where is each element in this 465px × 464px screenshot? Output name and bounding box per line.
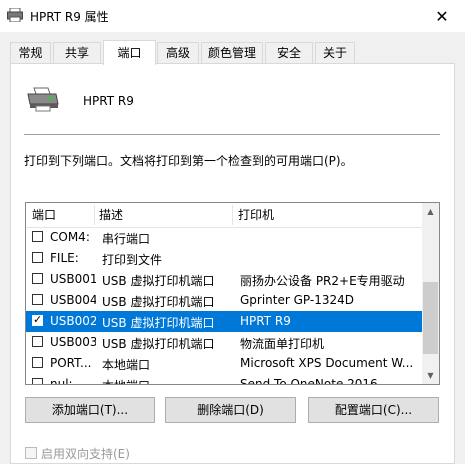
port-checkbox[interactable] [32, 378, 43, 384]
table-row[interactable]: PORT... 本地端口 Microsoft XPS Document W... [26, 353, 423, 374]
description-cell: 本地端口 [102, 358, 151, 372]
port-checkbox[interactable] [32, 252, 43, 263]
separator [24, 134, 440, 135]
table-row[interactable]: USB003 USB 虚拟打印机端口 物流面单打印机 [26, 332, 423, 353]
port-checkbox[interactable] [32, 357, 43, 368]
tab-ports[interactable]: 端口 [103, 40, 156, 65]
tab-color-management[interactable]: 颜色管理 [201, 42, 263, 63]
printer-cell: Microsoft XPS Document W... [240, 356, 414, 370]
tab-general[interactable]: 常规 [10, 42, 51, 63]
close-button[interactable]: ✕ [419, 0, 465, 32]
scroll-thumb[interactable] [423, 282, 438, 354]
ports-description: 打印到下列端口。文档将打印到第一个检查到的可用端口(P)。 [24, 154, 353, 168]
scroll-down-icon[interactable]: ▼ [422, 367, 439, 384]
vertical-scrollbar[interactable]: ▲ ▼ [422, 203, 439, 384]
column-header-description[interactable]: 描述 [99, 203, 123, 227]
table-row[interactable]: USB001 USB 虚拟打印机端口 丽扬办公设备 PR2+E专用驱动 [26, 269, 423, 290]
description-cell: USB 虚拟打印机端口 [102, 337, 215, 351]
port-cell: USB002 [50, 314, 96, 328]
description-cell: 打印到文件 [102, 253, 163, 267]
table-row[interactable]: FILE: 打印到文件 [26, 248, 423, 269]
table-row[interactable]: COM4: 串行端口 [26, 227, 423, 248]
port-checkbox[interactable] [32, 336, 43, 347]
title-bar: HPRT R9 属性 ✕ [0, 0, 465, 32]
add-port-button[interactable]: 添加端口(T)... [25, 397, 155, 423]
scroll-up-icon[interactable]: ▲ [422, 203, 439, 220]
port-checkbox[interactable] [32, 273, 43, 284]
check-icon: ✓ [33, 313, 43, 326]
port-cell: COM4: [50, 230, 90, 244]
column-header-port[interactable]: 端口 [32, 203, 56, 227]
configure-port-button[interactable]: 配置端口(C)... [308, 397, 439, 423]
port-checkbox[interactable] [32, 231, 43, 242]
table-row[interactable]: ✓ USB002 USB 虚拟打印机端口 HPRT R9 [26, 311, 423, 332]
close-icon: ✕ [435, 6, 449, 26]
printer-icon [7, 8, 23, 22]
description-cell: USB 虚拟打印机端口 [102, 316, 215, 330]
port-cell: FILE: [50, 251, 79, 265]
printer-name: HPRT R9 [83, 94, 134, 108]
ports-list[interactable]: 端口 描述 打印机 COM4: 串行端口 FILE: 打印到文件 USB001 USB 虚… [25, 202, 440, 385]
printer-cell: 物流面单打印机 [240, 337, 325, 351]
tab-security[interactable]: 安全 [265, 42, 313, 63]
bidirectional-label: 启用双向支持(E) [41, 447, 130, 461]
description-cell: USB 虚拟打印机端口 [102, 274, 215, 288]
column-header-printer[interactable]: 打印机 [238, 203, 274, 227]
port-checkbox[interactable]: ✓ [32, 313, 43, 326]
tab-about[interactable]: 关于 [315, 42, 355, 63]
delete-port-button[interactable]: 删除端口(D) [165, 397, 296, 423]
port-cell: PORT... [50, 356, 92, 370]
printer-cell: Send To OneNote 2016 [240, 377, 378, 385]
column-divider [232, 205, 233, 225]
tab-sharing[interactable]: 共享 [53, 42, 101, 63]
printer-cell: Gprinter GP-1324D [240, 293, 355, 307]
description-cell: 本地端口 [102, 377, 150, 384]
port-cell: USB003 [50, 335, 96, 349]
table-row[interactable]: USB004 USB 虚拟打印机端口 Gprinter GP-1324D [26, 290, 423, 311]
printer-cell: HPRT R9 [240, 314, 291, 328]
list-header: 端口 描述 打印机 [26, 203, 423, 228]
description-cell: 串行端口 [102, 232, 151, 246]
table-row[interactable]: nul: 本地端口 Send To OneNote 2016 [26, 374, 423, 385]
printer-cell: 丽扬办公设备 PR2+E专用驱动 [240, 274, 405, 288]
port-checkbox[interactable] [32, 294, 43, 305]
port-cell: USB004 [50, 293, 96, 307]
window-title: HPRT R9 属性 [30, 10, 109, 24]
bidirectional-checkbox [25, 447, 37, 459]
column-divider [94, 205, 95, 225]
description-cell: USB 虚拟打印机端口 [102, 295, 215, 309]
port-cell: nul: [50, 377, 73, 385]
printer-icon [27, 87, 59, 112]
ports-panel: HPRT R9 打印到下列端口。文档将打印到第一个检查到的可用端口(P)。 端口… [10, 63, 455, 464]
tab-advanced[interactable]: 高级 [157, 42, 199, 63]
port-cell: USB001 [50, 272, 96, 286]
